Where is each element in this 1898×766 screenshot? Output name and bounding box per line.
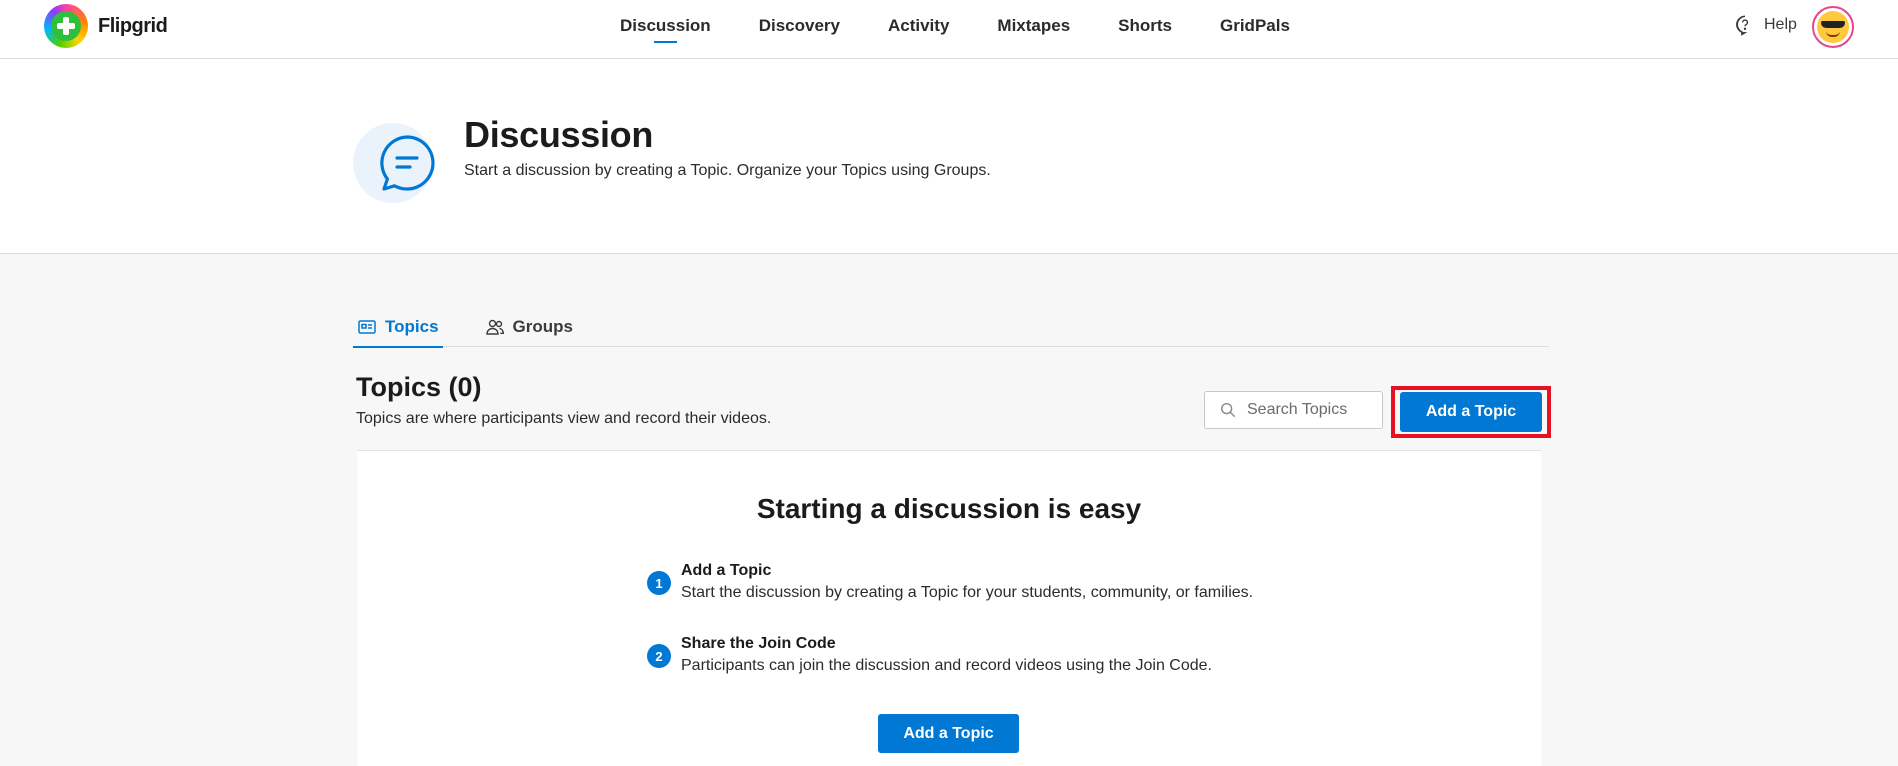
nav-discussion[interactable]: Discussion — [620, 0, 711, 59]
tab-groups-label: Groups — [512, 317, 573, 336]
tab-topics-label: Topics — [385, 317, 439, 336]
add-topic-button-empty-state[interactable]: Add a Topic — [878, 714, 1019, 753]
search-box — [1204, 391, 1383, 429]
help-link[interactable]: Help — [1734, 14, 1797, 36]
search-icon — [1220, 402, 1236, 418]
add-topic-highlight: Add a Topic — [1391, 386, 1551, 438]
step-description: Participants can join the discussion and… — [681, 657, 1212, 674]
empty-state-card: Starting a discussion is easy 1 Add a To… — [357, 450, 1541, 766]
add-topic-button[interactable]: Add a Topic — [1400, 392, 1542, 432]
step-number: 2 — [647, 644, 671, 668]
top-navbar: Flipgrid Discussion Discovery Activity M… — [0, 0, 1898, 59]
sunglasses-emoji-icon — [1817, 11, 1849, 43]
page-header — [0, 59, 1898, 254]
step-title: Share the Join Code — [681, 635, 836, 652]
discussion-icon — [353, 123, 441, 203]
step-item: 2 Share the Join Code Participants can j… — [647, 634, 1212, 678]
help-label: Help — [1764, 16, 1797, 33]
main-nav: Discussion Discovery Activity Mixtapes S… — [620, 0, 1338, 59]
topics-description: Topics are where participants view and r… — [356, 410, 772, 427]
nav-gridpals[interactable]: GridPals — [1220, 0, 1290, 59]
nav-mixtapes[interactable]: Mixtapes — [997, 0, 1070, 59]
topics-heading: Topics (0) — [356, 372, 482, 402]
groups-icon — [485, 319, 504, 335]
flipgrid-logo-icon — [44, 4, 88, 48]
page-title: Discussion — [464, 114, 654, 155]
app-name: Flipgrid — [98, 14, 168, 37]
step-number: 1 — [647, 571, 671, 595]
empty-state-title: Starting a discussion is easy — [756, 493, 1142, 524]
flipgrid-logo[interactable]: Flipgrid — [44, 4, 168, 48]
tab-groups[interactable]: Groups — [481, 307, 577, 347]
tab-bar: Topics Groups — [353, 307, 1549, 348]
help-icon — [1736, 15, 1749, 36]
step-description: Start the discussion by creating a Topic… — [681, 584, 1254, 601]
nav-shorts[interactable]: Shorts — [1118, 0, 1172, 59]
nav-activity[interactable]: Activity — [888, 0, 949, 59]
step-item: 1 Add a Topic Start the discussion by cr… — [647, 561, 1253, 605]
tab-topics[interactable]: Topics — [353, 307, 443, 348]
topics-icon — [358, 320, 376, 334]
search-input[interactable] — [1247, 401, 1377, 419]
page-subtitle: Start a discussion by creating a Topic. … — [464, 162, 991, 179]
step-title: Add a Topic — [681, 562, 772, 579]
avatar[interactable] — [1812, 6, 1854, 48]
nav-discovery[interactable]: Discovery — [759, 0, 840, 59]
